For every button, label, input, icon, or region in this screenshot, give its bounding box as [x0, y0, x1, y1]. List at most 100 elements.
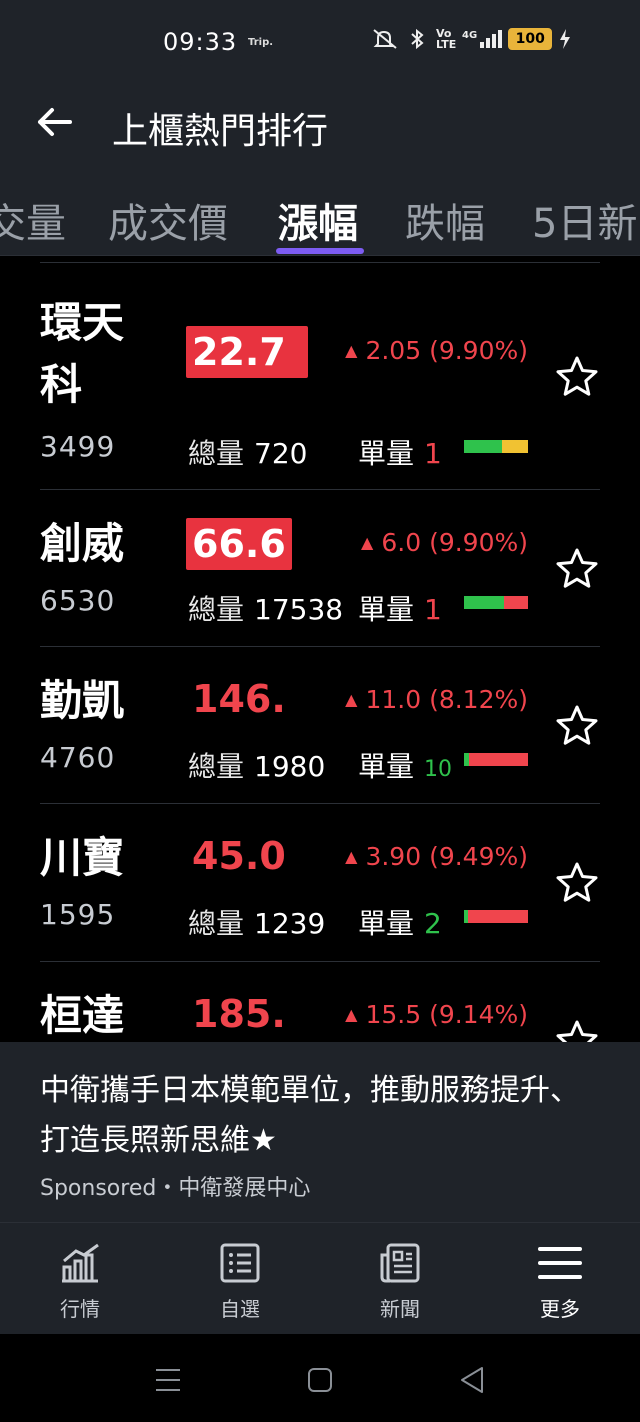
stock-change: ▲ 3.90 (9.49%)	[345, 842, 528, 871]
single-volume: 單量 10	[358, 745, 452, 785]
buy-ratio-segment	[464, 596, 504, 609]
total-volume: 總量 17538	[188, 588, 343, 628]
up-triangle-icon: ▲	[345, 690, 358, 709]
stock-name: 環天 科	[40, 298, 125, 409]
total-volume-value: 1239	[254, 907, 326, 940]
total-volume: 總量 720	[188, 432, 307, 472]
nav-news[interactable]: 新聞	[320, 1223, 480, 1335]
stock-name: 桓達	[40, 991, 125, 1040]
change-value: 2.05 (9.90%)	[365, 336, 528, 365]
stock-row[interactable]: 創威 6530 66.6 ▲ 6.0 (9.90%) 總量 17538 單量 1	[40, 490, 600, 647]
star-icon[interactable]	[554, 546, 600, 592]
sell-ratio-segment	[469, 753, 528, 766]
nav-market[interactable]: 行情	[0, 1223, 160, 1335]
stock-row[interactable]: 環天 科 3499 22.7 ▲ 2.05 (9.90%) 總量 720 單量 1	[40, 290, 600, 490]
buy-ratio-segment	[464, 440, 503, 453]
app-header: 上櫃熱門排行	[0, 86, 640, 166]
status-icons: Vo LTE 4G 100	[370, 28, 572, 50]
nav-news-label: 新聞	[380, 1297, 420, 1321]
nav-watchlist[interactable]: 自選	[160, 1223, 320, 1335]
bluetooth-icon	[411, 28, 424, 50]
stock-code: 6530	[40, 584, 116, 617]
nav-more-label: 更多	[540, 1297, 580, 1321]
total-volume-value: 17538	[254, 593, 344, 626]
active-tab-indicator	[276, 248, 364, 254]
up-triangle-icon: ▲	[345, 847, 358, 866]
stock-name: 創威	[40, 519, 125, 568]
divider	[40, 262, 600, 263]
total-volume: 總量 1980	[188, 745, 325, 785]
change-value: 11.0 (8.12%)	[365, 685, 528, 714]
list-icon	[220, 1243, 260, 1283]
back-icon[interactable]	[456, 1364, 488, 1396]
buy-sell-bar	[464, 910, 528, 923]
stock-row[interactable]: 桓達 185. ▲ 15.5 (9.14%)	[40, 962, 600, 1042]
stock-price: 185.	[192, 992, 286, 1036]
total-volume-label: 總量	[188, 437, 245, 470]
stock-price: 45.0	[192, 834, 286, 878]
stock-row[interactable]: 川寶 1595 45.0 ▲ 3.90 (9.49%) 總量 1239 單量 2	[40, 804, 600, 962]
up-triangle-icon: ▲	[345, 341, 358, 360]
battery-indicator: 100	[508, 28, 553, 50]
buy-sell-bar	[464, 596, 528, 609]
charging-icon	[560, 29, 571, 49]
single-volume: 單量 1	[358, 588, 442, 628]
single-volume: 單量 2	[358, 902, 442, 942]
total-volume-value: 1980	[254, 750, 326, 783]
single-volume-label: 單量	[358, 437, 415, 470]
single-volume-label: 單量	[358, 750, 415, 783]
ad-title[interactable]: 中衛攜手日本模範單位，推動服務提升、打造長照新思維★	[40, 1066, 580, 1166]
stock-price: 146.	[192, 677, 286, 721]
bottom-nav: 行情 自選 新聞 更多	[0, 1222, 640, 1334]
stock-code: 4760	[40, 741, 116, 774]
stock-change: ▲ 6.0 (9.90%)	[361, 528, 528, 557]
buy-sell-bar	[464, 753, 528, 766]
nav-more[interactable]: 更多	[480, 1223, 640, 1335]
stock-price: 22.7	[186, 326, 308, 378]
sell-ratio-segment	[503, 596, 528, 609]
single-volume-value: 1	[424, 437, 442, 470]
home-icon[interactable]	[304, 1364, 336, 1396]
stock-code: 3499	[40, 430, 116, 463]
total-volume: 總量 1239	[188, 902, 325, 942]
tab-5day-high[interactable]: 5日新	[532, 191, 637, 249]
stock-change: ▲ 11.0 (8.12%)	[345, 685, 528, 714]
chart-icon	[62, 1243, 99, 1283]
star-icon[interactable]	[554, 354, 600, 400]
star-icon[interactable]	[554, 860, 600, 906]
tab-volume[interactable]: 交量	[0, 191, 66, 249]
change-value: 15.5 (9.14%)	[365, 1000, 528, 1029]
total-volume-label: 總量	[188, 907, 245, 940]
stock-list[interactable]: 環天 科 3499 22.7 ▲ 2.05 (9.90%) 總量 720 單量 1 創…	[0, 256, 640, 1042]
stock-row[interactable]: 勤凱 4760 146. ▲ 11.0 (8.12%) 總量 1980 單量 10	[40, 647, 600, 804]
status-bar: 09:33 Trip. Vo LTE 4G 100	[0, 0, 640, 86]
tab-losers[interactable]: 跌幅	[405, 191, 485, 249]
back-arrow-icon[interactable]	[30, 102, 80, 142]
news-icon	[380, 1243, 420, 1283]
up-triangle-icon: ▲	[345, 1005, 358, 1024]
tab-price[interactable]: 成交價	[108, 191, 228, 249]
stock-name: 川寶	[40, 833, 125, 882]
single-volume-value: 2	[424, 907, 442, 940]
star-icon[interactable]	[554, 703, 600, 749]
volte-icon: Vo LTE	[436, 27, 457, 51]
recent-apps-icon[interactable]	[152, 1364, 184, 1396]
stock-code: 1595	[40, 898, 116, 931]
trip-notification-icon: Trip.	[248, 37, 274, 48]
tab-gainers[interactable]: 漲幅	[278, 191, 358, 249]
stock-change: ▲ 2.05 (9.90%)	[345, 336, 528, 365]
ad-source: Sponsored・中衛發展中心	[40, 1176, 311, 1201]
single-volume: 單量 1	[358, 432, 442, 472]
total-volume-label: 總量	[188, 750, 245, 783]
sponsored-ad[interactable]: 中衛攜手日本模範單位，推動服務提升、打造長照新思維★ Sponsored・中衛發…	[0, 1042, 640, 1222]
total-volume-value: 720	[254, 437, 308, 470]
sell-ratio-segment	[467, 910, 528, 923]
stock-change: ▲ 15.5 (9.14%)	[345, 1000, 528, 1029]
tab-bar: 交量 成交價 漲幅 跌幅 5日新	[0, 166, 640, 256]
stock-price: 66.6	[186, 518, 292, 570]
menu-icon	[538, 1247, 582, 1279]
stock-name: 勤凱	[40, 676, 125, 725]
single-volume-label: 單量	[358, 593, 415, 626]
star-icon[interactable]	[554, 1018, 600, 1042]
single-volume-value: 10	[424, 757, 453, 782]
